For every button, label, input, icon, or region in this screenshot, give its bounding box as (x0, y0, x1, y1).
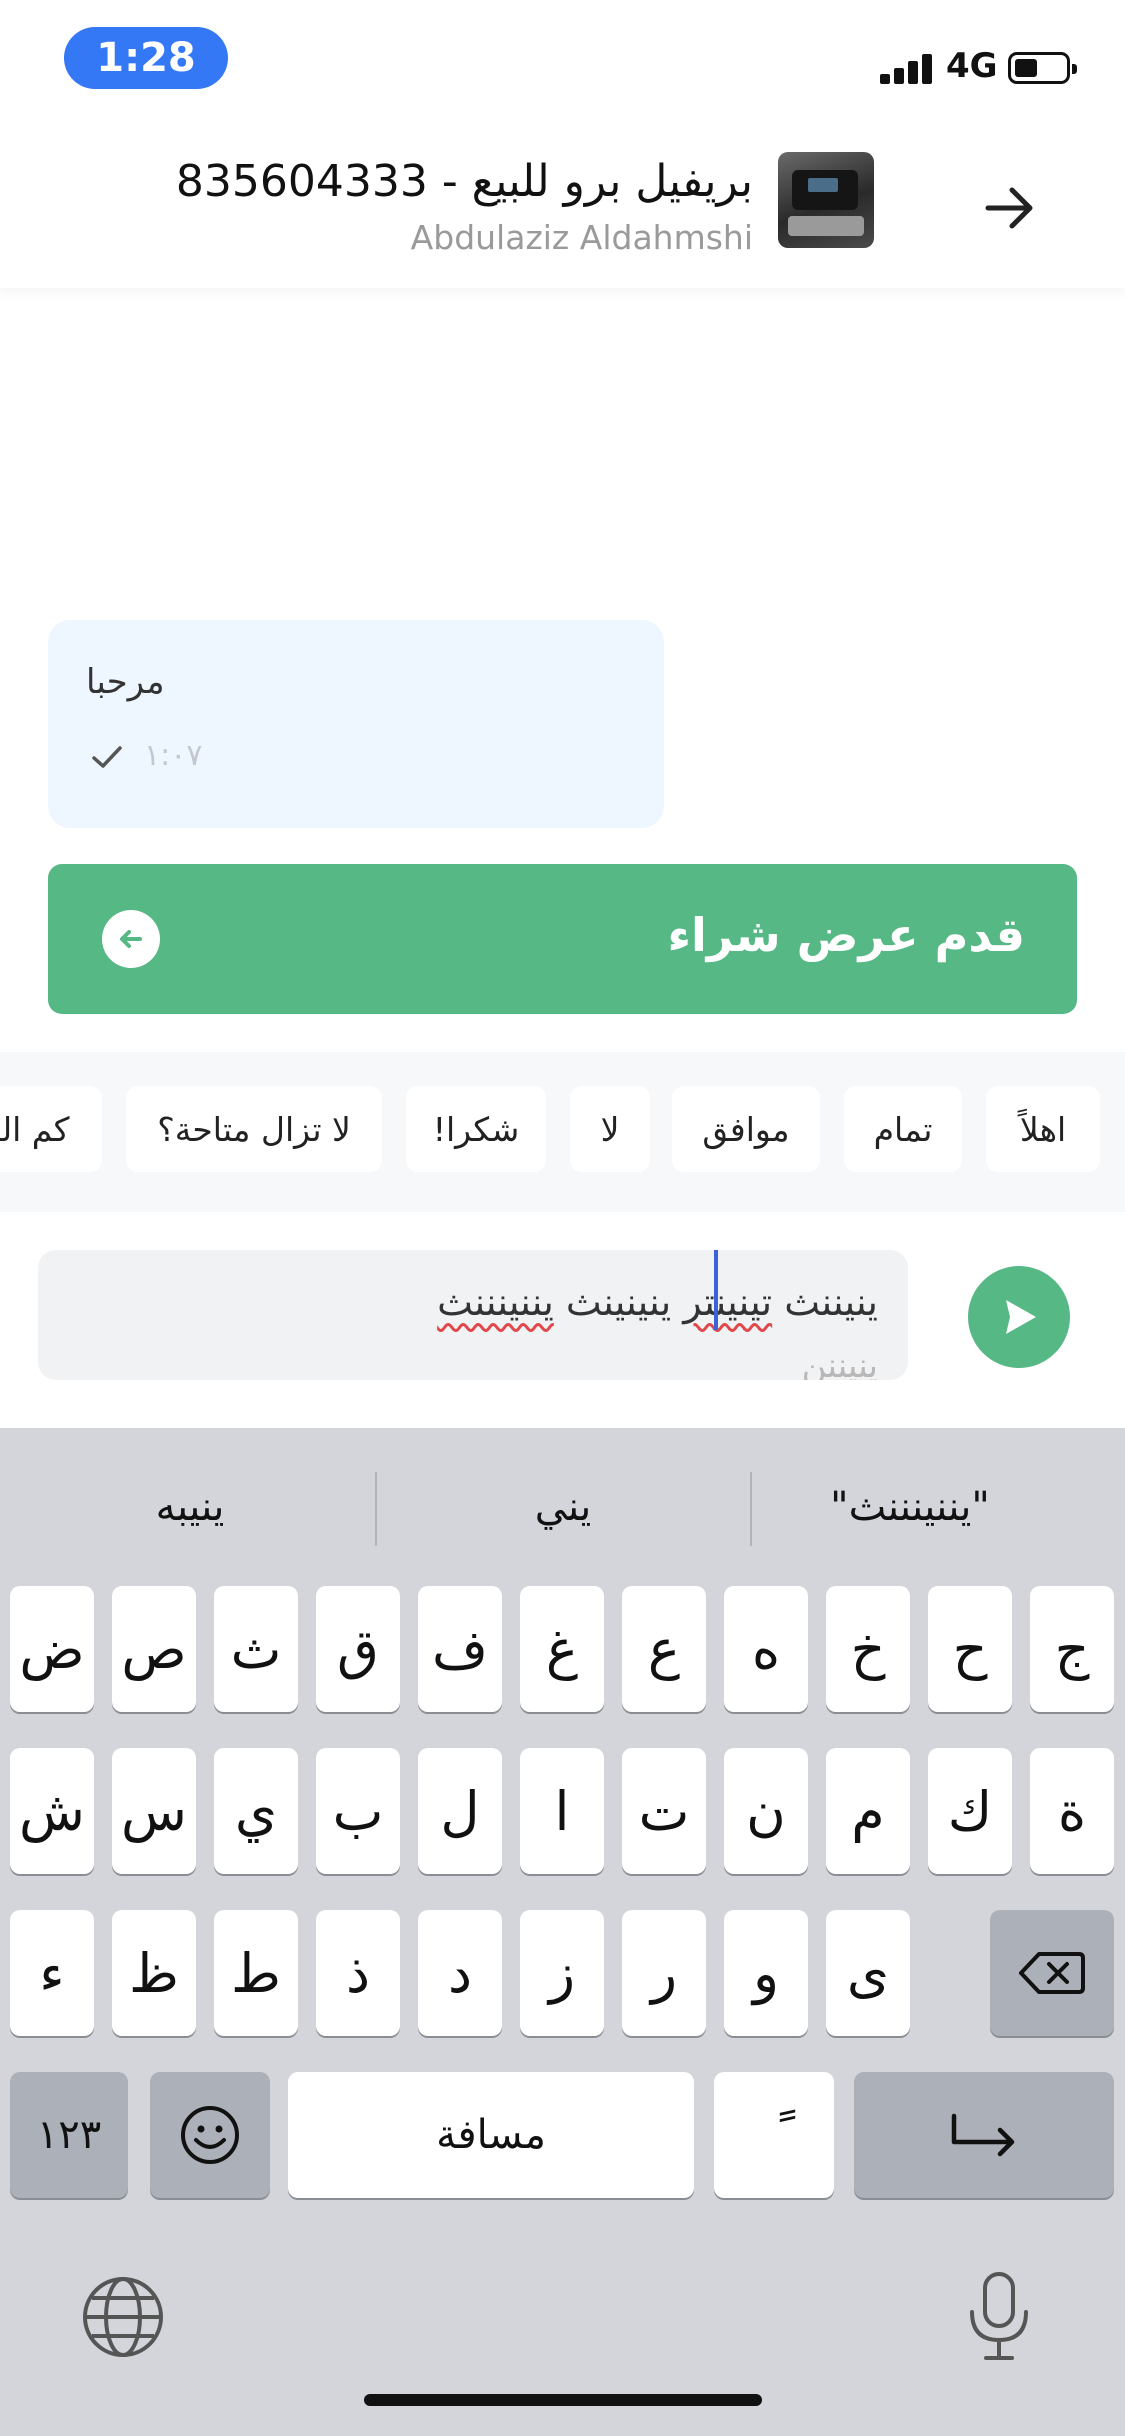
key[interactable]: م (826, 1748, 910, 1874)
message-bubble: مرحبا ١:٠٧ (48, 620, 664, 828)
key[interactable]: ا (520, 1748, 604, 1874)
key[interactable]: ث (214, 1586, 298, 1712)
arabic-keyboard: "يننينننث" يني ينيبه ج ح خ ه ع غ ف ق ث ص… (0, 1428, 1125, 2436)
arrow-left-icon (102, 910, 160, 968)
make-offer-label: قدم عرض شراء (667, 908, 1026, 962)
composer-next-line: ينيننن (801, 1346, 878, 1380)
key[interactable]: ي (214, 1748, 298, 1874)
key[interactable]: ف (418, 1586, 502, 1712)
seller-name: Abdulaziz Aldahmshi (410, 218, 753, 257)
key[interactable]: ل (418, 1748, 502, 1874)
microphone-icon[interactable] (960, 2268, 1038, 2366)
key[interactable]: ع (622, 1586, 706, 1712)
quick-reply-chip[interactable]: موافق (672, 1086, 820, 1172)
key[interactable]: غ (520, 1586, 604, 1712)
delete-key[interactable] (990, 1910, 1114, 2036)
message-text: مرحبا (86, 662, 165, 702)
key[interactable]: ة (1030, 1748, 1114, 1874)
return-icon (951, 2113, 1015, 2157)
return-key[interactable] (854, 2072, 1114, 2198)
key[interactable]: ش (10, 1748, 94, 1874)
key[interactable]: ن (724, 1748, 808, 1874)
key[interactable]: ء (10, 1910, 94, 2036)
battery-icon (1008, 52, 1077, 84)
key[interactable]: خ (826, 1586, 910, 1712)
listing-thumbnail[interactable] (778, 152, 874, 248)
send-button[interactable] (968, 1266, 1070, 1368)
key[interactable]: ى (826, 1910, 910, 2036)
key[interactable]: ط (214, 1910, 298, 2036)
key[interactable]: ر (622, 1910, 706, 2036)
back-arrow-icon[interactable] (980, 178, 1040, 238)
key[interactable]: د (418, 1910, 502, 2036)
emoji-key[interactable] (150, 2072, 270, 2198)
quick-reply-chip[interactable]: اهلاً (986, 1086, 1100, 1172)
send-icon (1006, 1300, 1036, 1334)
quick-reply-chip[interactable]: كم الس (0, 1086, 102, 1172)
key[interactable]: ذ (316, 1910, 400, 2036)
make-offer-button[interactable]: قدم عرض شراء (48, 864, 1077, 1014)
message-time: ١:٠٧ (144, 738, 203, 773)
quick-reply-chip[interactable]: شكرا! (406, 1086, 546, 1172)
listing-title: بريفيل برو للبيع - 835604333 (175, 156, 753, 207)
key[interactable]: ظ (112, 1910, 196, 2036)
key[interactable]: ق (316, 1586, 400, 1712)
chat-header: بريفيل برو للبيع - 835604333 Abdulaziz A… (0, 130, 1125, 288)
suggestion-item[interactable]: ينيبه (40, 1484, 340, 1530)
sent-check-icon (92, 746, 122, 768)
composer-previous-line: · · · · · · · · · · · · · · · (238, 1250, 738, 1262)
quick-reply-chip[interactable]: تمام (844, 1086, 962, 1172)
cellular-signal-icon (880, 52, 936, 84)
suggestion-item[interactable]: "يننينننث" (760, 1484, 1060, 1530)
globe-icon[interactable] (80, 2274, 166, 2360)
key[interactable]: ت (622, 1748, 706, 1874)
key[interactable]: ض (10, 1586, 94, 1712)
key[interactable]: ج (1030, 1586, 1114, 1712)
key[interactable]: و (724, 1910, 808, 2036)
predictive-suggestions: "يننينننث" يني ينيبه (0, 1428, 1125, 1578)
quick-replies-bar: اهلاً تمام موافق لا شكرا! لا تزال متاحة؟… (0, 1052, 1125, 1212)
text-caret (714, 1250, 718, 1330)
suggestion-item[interactable]: يني (413, 1484, 713, 1530)
key[interactable]: ز (520, 1910, 604, 2036)
network-type: 4G (946, 46, 998, 86)
key[interactable]: ك (928, 1748, 1012, 1874)
backspace-icon (1019, 1952, 1085, 1994)
quick-reply-chip[interactable]: لا تزال متاحة؟ (126, 1086, 382, 1172)
key[interactable]: ح (928, 1586, 1012, 1712)
space-key[interactable]: مسافة (288, 2072, 694, 2198)
key[interactable]: ص (112, 1586, 196, 1712)
key[interactable]: ه (724, 1586, 808, 1712)
message-input[interactable]: · · · · · · · · · · · · · · · ينيننث تين… (38, 1250, 908, 1380)
home-indicator (364, 2394, 762, 2406)
key[interactable]: ب (316, 1748, 400, 1874)
quick-reply-chip[interactable]: لا (570, 1086, 650, 1172)
message-input-text: ينيننث تينينتر ينينينث يننينننث (437, 1280, 878, 1324)
key[interactable]: س (112, 1748, 196, 1874)
emoji-icon (181, 2106, 239, 2164)
numbers-key[interactable]: ١٢٣ (10, 2072, 128, 2198)
status-time: 1:28 (64, 27, 228, 89)
diacritics-key[interactable]: ً (714, 2072, 834, 2198)
